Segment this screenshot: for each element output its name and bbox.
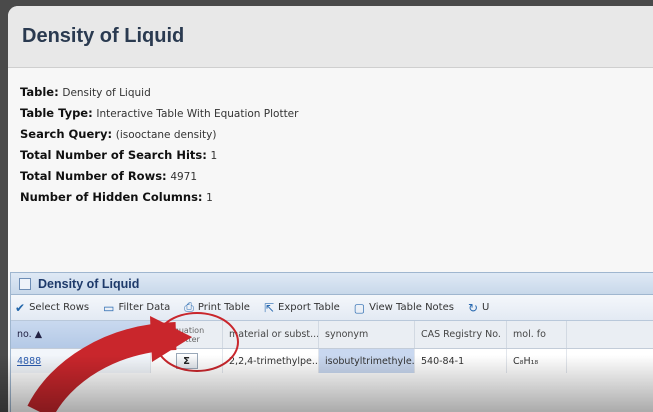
view-table-notes-button[interactable]: ▢ View Table Notes [354, 301, 454, 315]
collapse-toggle[interactable] [19, 277, 31, 290]
export-icon: ⇱ [263, 300, 274, 315]
filter-data-button[interactable]: ▭ Filter Data [103, 301, 170, 315]
info-search-hits: Total Number of Search Hits: 1 [20, 148, 218, 162]
table-info: Table: Density of Liquid Table Type: Int… [8, 68, 653, 208]
cell-material: 2,2,4-trimethylpe... [223, 349, 319, 373]
highlight-circle [155, 312, 239, 372]
row-number-link[interactable]: 4888 [17, 356, 41, 367]
export-table-button[interactable]: ⇱ Export Table [264, 301, 340, 315]
column-header-no[interactable]: no. ▲ [11, 321, 151, 348]
cell-mol-formula: C₈H₁₈ [507, 349, 567, 373]
page-title: Density of Liquid [22, 25, 185, 47]
column-header-synonym[interactable]: synonym [319, 321, 415, 348]
cell-cas: 540-84-1 [415, 349, 507, 373]
table-toolbar: ✔ Select Rows ▭ Filter Data ⎙ Print Tabl… [11, 295, 653, 321]
info-search-query: Search Query: (isooctane density) [20, 127, 217, 141]
document-icon: ▢ [353, 300, 366, 315]
column-header-cas[interactable]: CAS Registry No. [415, 321, 507, 348]
select-rows-button[interactable]: ✔ Select Rows [15, 301, 89, 315]
table-row[interactable]: 4888 Σ 2,2,4-trimethylpe... isobutyltrim… [11, 349, 653, 373]
title-bar: Density of Liquid [8, 6, 653, 68]
column-headers: no. ▲ equation plotter material or subst… [11, 321, 653, 349]
info-total-rows: Total Number of Rows: 4971 [20, 169, 198, 183]
info-hidden-columns: Number of Hidden Columns: 1 [20, 190, 213, 204]
cell-no: 4888 [11, 349, 151, 373]
filter-icon: ▭ [103, 300, 115, 315]
panel-header[interactable]: Density of Liquid [11, 273, 653, 295]
table-panel: Density of Liquid ✔ Select Rows ▭ Filter… [10, 272, 653, 412]
info-table: Table: Density of Liquid [20, 85, 151, 99]
column-header-mol-formula[interactable]: mol. fo [507, 321, 567, 348]
info-table-type: Table Type: Interactive Table With Equat… [20, 106, 299, 120]
checkmark-icon: ✔ [15, 300, 26, 315]
panel-title: Density of Liquid [38, 276, 140, 291]
cell-synonym: isobutyltrimethyle... [319, 349, 415, 373]
undo-button[interactable]: ↻ U [468, 301, 489, 315]
refresh-icon: ↻ [467, 300, 479, 315]
